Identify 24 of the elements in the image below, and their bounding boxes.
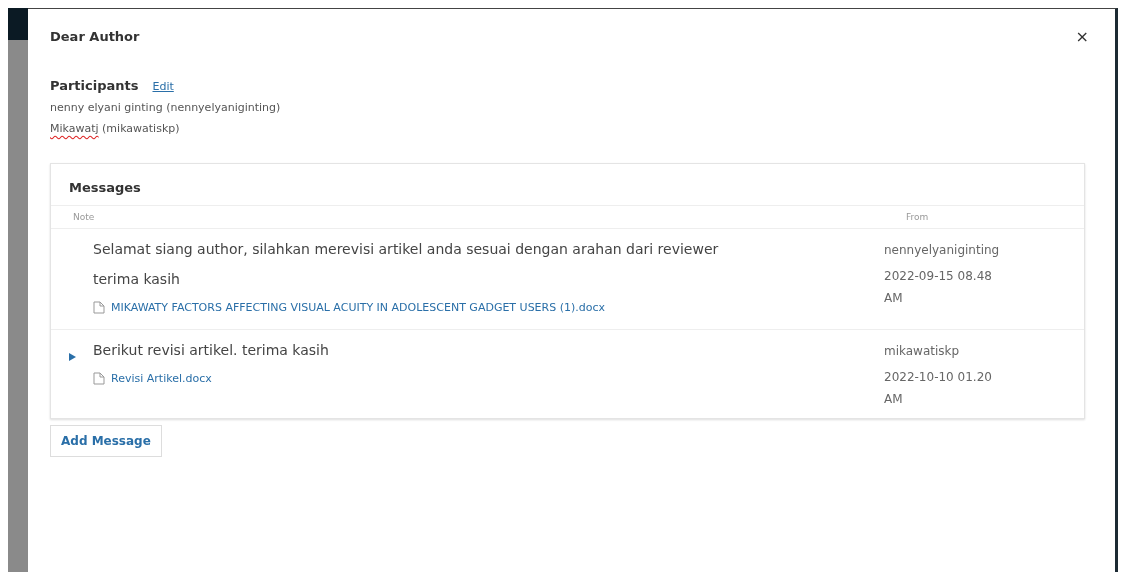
message-date: 2022-10-10 01.20 AM xyxy=(884,369,993,408)
column-header: From xyxy=(905,211,930,224)
close-button[interactable]: × xyxy=(1071,27,1093,46)
file-icon xyxy=(93,372,105,385)
participant-name: nenny elyani ginting xyxy=(50,101,163,114)
add-message-button[interactable]: Add Message xyxy=(50,425,162,457)
edit-link[interactable]: Edit xyxy=(152,80,174,93)
file-icon xyxy=(93,301,105,314)
message-date: 2022-09-15 08.48 AM xyxy=(884,268,993,307)
column-header: Note xyxy=(72,211,96,224)
file-link[interactable]: MIKAWATY FACTORS AFFECTING VISUAL ACUITY IN ADOLESCENT GADGET USERS (1).docx xyxy=(93,299,733,317)
message-sender: mikawatiskp xyxy=(884,343,961,360)
participant-username: (nennyelyaniginting) xyxy=(166,101,281,114)
participant-name: Mikawatj xyxy=(50,122,99,135)
dialog-title: Dear Author xyxy=(50,29,140,44)
message-text: Berikut revisi artikel. terima kasih xyxy=(93,341,330,360)
message-text: terima kasih xyxy=(93,270,181,289)
participant-username: (mikawatiskp) xyxy=(102,122,180,135)
message-sender: nennyelyaniginting xyxy=(884,242,1001,259)
file-link[interactable]: Revisi Artikel.docx xyxy=(93,370,733,388)
unread-marker-icon xyxy=(69,353,76,361)
participants-heading: Participants xyxy=(50,78,139,93)
messages-heading: Messages xyxy=(51,164,1084,206)
message-text: Selamat siang author, silahkan merevisi artikel anda sesuai dengan arahan dari reviewer xyxy=(93,240,720,259)
